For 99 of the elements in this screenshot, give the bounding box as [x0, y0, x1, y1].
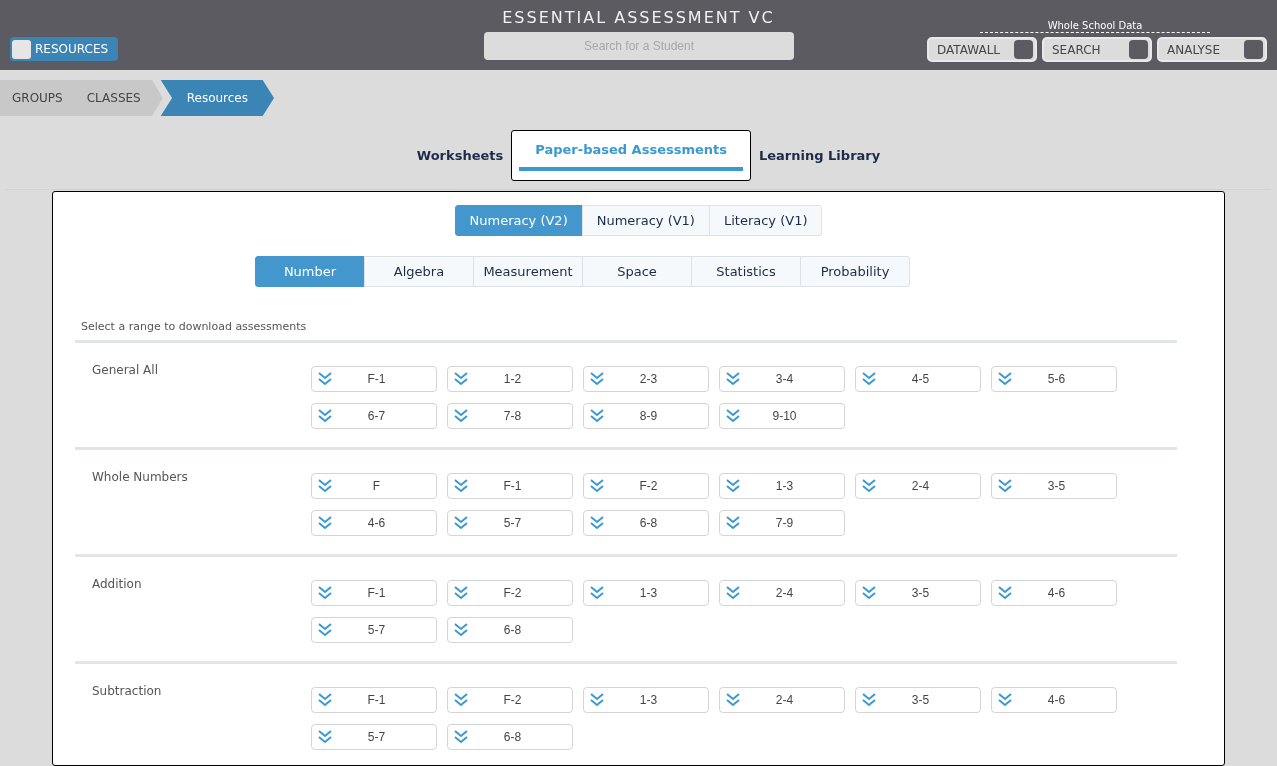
download-button[interactable]: 7-8 — [447, 402, 573, 429]
square-icon — [1014, 40, 1033, 59]
download-button[interactable]: F-2 — [583, 472, 709, 499]
double-chevron-icon — [453, 584, 469, 601]
download-button[interactable]: 9-10 — [719, 402, 845, 429]
download-button[interactable]: F-2 — [447, 686, 573, 713]
download-button[interactable]: F-1 — [311, 579, 437, 606]
double-chevron-icon — [317, 621, 333, 638]
segment-tab[interactable]: Numeracy (V1) — [581, 205, 710, 236]
section-label: Subtraction — [91, 682, 163, 700]
download-button[interactable]: 1-2 — [447, 365, 573, 392]
segment-tab[interactable]: Probability — [800, 256, 910, 287]
double-chevron-icon — [725, 407, 741, 424]
tab[interactable]: Worksheets — [416, 130, 504, 181]
download-button[interactable]: 4-6 — [991, 579, 1117, 606]
download-button[interactable]: 5-7 — [447, 509, 573, 536]
download-button[interactable]: 6-8 — [447, 723, 573, 750]
double-chevron-icon — [589, 691, 605, 708]
double-chevron-icon — [317, 514, 333, 531]
double-chevron-icon — [725, 584, 741, 601]
download-button[interactable]: 6-8 — [583, 509, 709, 536]
double-chevron-icon — [317, 477, 333, 494]
download-button[interactable]: F-1 — [311, 365, 437, 392]
download-button[interactable]: 2-3 — [583, 365, 709, 392]
double-chevron-icon — [453, 691, 469, 708]
section-label: Addition — [91, 575, 143, 593]
download-button[interactable]: F-1 — [447, 472, 573, 499]
download-button[interactable]: F-2 — [447, 579, 573, 606]
double-chevron-icon — [453, 728, 469, 745]
download-button[interactable]: 2-4 — [719, 579, 845, 606]
double-chevron-icon — [589, 370, 605, 387]
tab[interactable]: Learning Library — [759, 130, 881, 181]
double-chevron-icon — [725, 370, 741, 387]
download-button[interactable]: 5-7 — [311, 616, 437, 643]
double-chevron-icon — [317, 370, 333, 387]
download-button[interactable]: F — [311, 472, 437, 499]
download-button[interactable]: 3-4 — [719, 365, 845, 392]
download-button[interactable]: 2-4 — [719, 686, 845, 713]
nav-button[interactable]: ANALYSE — [1157, 37, 1267, 62]
double-chevron-icon — [725, 514, 741, 531]
section-label: General All — [91, 361, 159, 379]
double-chevron-icon — [453, 621, 469, 638]
download-button[interactable]: 1-3 — [583, 579, 709, 606]
double-chevron-icon — [453, 514, 469, 531]
download-button[interactable]: F-1 — [311, 686, 437, 713]
double-chevron-icon — [317, 728, 333, 745]
double-chevron-icon — [317, 584, 333, 601]
download-button[interactable]: 5-7 — [311, 723, 437, 750]
app-title: ESSENTIAL ASSESSMENT VC — [501, 7, 776, 29]
download-button[interactable]: 7-9 — [719, 509, 845, 536]
double-chevron-icon — [997, 584, 1013, 601]
double-chevron-icon — [589, 477, 605, 494]
download-button[interactable]: 2-4 — [855, 472, 981, 499]
group-label: Whole School Data — [980, 19, 1210, 33]
segment-tab[interactable]: Statistics — [691, 256, 801, 287]
breadcrumb-item[interactable]: Resources — [160, 80, 274, 116]
download-button[interactable]: 4-6 — [311, 509, 437, 536]
square-icon — [1129, 40, 1148, 59]
section-label: Whole Numbers — [91, 468, 189, 486]
double-chevron-icon — [453, 477, 469, 494]
double-chevron-icon — [317, 691, 333, 708]
download-button[interactable]: 1-3 — [583, 686, 709, 713]
download-button[interactable]: 3-5 — [855, 579, 981, 606]
double-chevron-icon — [317, 407, 333, 424]
instruction-text: Select a range to download assessments — [81, 319, 308, 335]
double-chevron-icon — [861, 370, 877, 387]
download-button[interactable]: 1-3 — [719, 472, 845, 499]
double-chevron-icon — [589, 514, 605, 531]
double-chevron-icon — [453, 407, 469, 424]
segment-tab[interactable]: Space — [582, 256, 692, 287]
segment-tab[interactable]: Measurement — [473, 256, 583, 287]
download-button[interactable]: 3-5 — [991, 472, 1117, 499]
double-chevron-icon — [589, 584, 605, 601]
segment-tab[interactable]: Algebra — [364, 256, 474, 287]
download-button[interactable]: 8-9 — [583, 402, 709, 429]
download-button[interactable]: 4-6 — [991, 686, 1117, 713]
double-chevron-icon — [997, 370, 1013, 387]
double-chevron-icon — [453, 370, 469, 387]
nav-button[interactable]: DATAWALL — [927, 37, 1037, 62]
download-button[interactable]: 6-8 — [447, 616, 573, 643]
breadcrumb-item[interactable]: GROUPS — [0, 80, 75, 116]
square-icon — [1244, 40, 1263, 59]
download-button[interactable]: 4-5 — [855, 365, 981, 392]
double-chevron-icon — [725, 477, 741, 494]
double-chevron-icon — [861, 584, 877, 601]
double-chevron-icon — [997, 477, 1013, 494]
double-chevron-icon — [861, 691, 877, 708]
double-chevron-icon — [997, 691, 1013, 708]
segment-tab[interactable]: Literacy (V1) — [708, 205, 823, 236]
double-chevron-icon — [861, 477, 877, 494]
double-chevron-icon — [589, 407, 605, 424]
nav-button[interactable]: SEARCH — [1042, 37, 1152, 62]
breadcrumb-item[interactable]: CLASSES — [74, 80, 163, 116]
resources-button[interactable]: RESOURCES — [10, 37, 119, 61]
download-button[interactable]: 3-5 — [855, 686, 981, 713]
download-button[interactable]: 6-7 — [311, 402, 437, 429]
square-icon — [12, 39, 31, 59]
download-button[interactable]: 5-6 — [991, 365, 1117, 392]
double-chevron-icon — [725, 691, 741, 708]
